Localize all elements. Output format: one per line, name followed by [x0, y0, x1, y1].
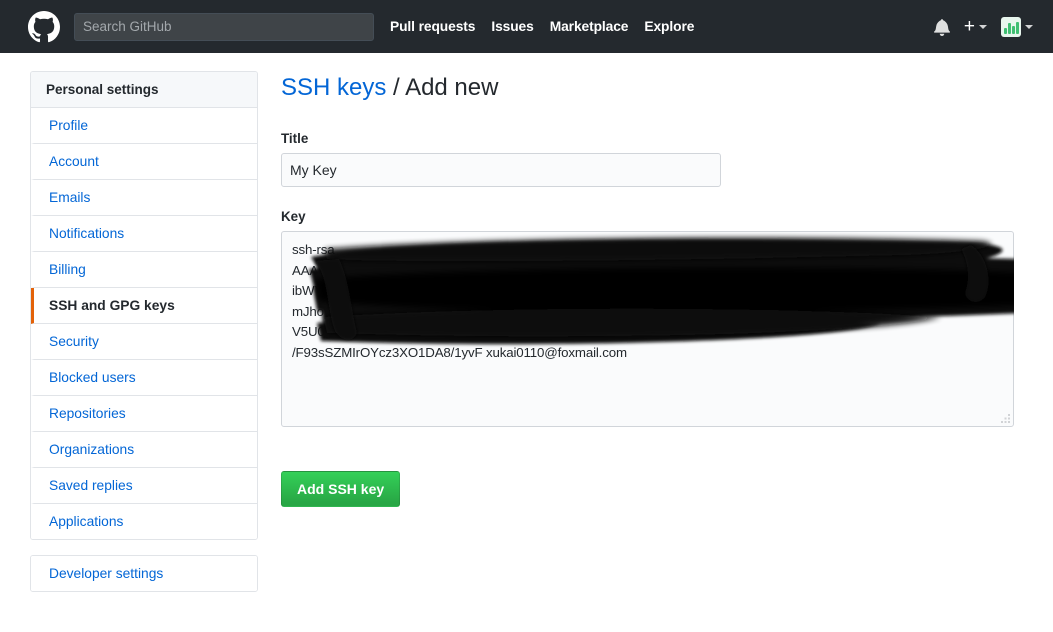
bell-icon[interactable]: [934, 18, 950, 36]
github-octocat-icon[interactable]: [28, 10, 60, 43]
title-field-label: Title: [281, 131, 309, 146]
resize-grip-icon[interactable]: [1001, 414, 1011, 424]
nav-item-pull-requests[interactable]: Pull requests: [390, 19, 475, 34]
breadcrumb-current: Add new: [405, 74, 499, 101]
sidebar-item-repositories[interactable]: Repositories: [31, 396, 257, 432]
header-actions: +: [934, 0, 1033, 53]
plus-icon: +: [963, 16, 975, 37]
sidebar-item-saved-replies[interactable]: Saved replies: [31, 468, 257, 504]
sidebar-item-applications[interactable]: Applications: [31, 504, 257, 539]
page-body: Personal settings Profile Account Emails…: [0, 53, 1053, 592]
breadcrumb-link-ssh-keys[interactable]: SSH keys: [281, 74, 386, 101]
sidebar-heading: Personal settings: [31, 72, 257, 108]
nav-item-marketplace[interactable]: Marketplace: [550, 19, 629, 34]
page-title: SSH keys / Add new: [281, 73, 1021, 103]
sidebar-item-organizations[interactable]: Organizations: [31, 432, 257, 468]
key-field-label: Key: [281, 209, 306, 224]
sidebar-item-notifications[interactable]: Notifications: [31, 216, 257, 252]
title-input[interactable]: [281, 153, 721, 187]
title-field-group: Title: [281, 131, 1021, 187]
key-textarea-wrapper: ssh-rsa AAAAB3NzaC1yc2EAAAADA ysGMusnw4G…: [281, 231, 1014, 427]
nav-item-explore[interactable]: Explore: [644, 19, 694, 34]
sidebar-item-profile[interactable]: Profile: [31, 108, 257, 144]
main-content: SSH keys / Add new Title Key ssh-rsa AAA…: [281, 71, 1021, 592]
search-input[interactable]: Search GitHub: [74, 12, 374, 41]
sidebar-item-billing[interactable]: Billing: [31, 252, 257, 288]
chevron-down-icon: [979, 24, 987, 29]
personal-settings-menu: Personal settings Profile Account Emails…: [30, 71, 258, 540]
sidebar-item-ssh-and-gpg-keys[interactable]: SSH and GPG keys: [31, 288, 257, 324]
primary-nav: Pull requests Issues Marketplace Explore: [390, 19, 694, 34]
avatar: [1001, 16, 1021, 37]
developer-settings-menu: Developer settings: [30, 555, 258, 592]
profile-menu[interactable]: [1001, 16, 1033, 37]
breadcrumb-separator: /: [386, 74, 406, 101]
sidebar-item-emails[interactable]: Emails: [31, 180, 257, 216]
nav-item-issues[interactable]: Issues: [491, 19, 533, 34]
search-placeholder-text: Search GitHub: [83, 19, 172, 34]
sidebar-item-blocked-users[interactable]: Blocked users: [31, 360, 257, 396]
key-field-group: Key ssh-rsa AAAAB3NzaC1yc2EAAAADA ysGMus…: [281, 209, 1021, 427]
chevron-down-icon: [1025, 24, 1033, 29]
sidebar-item-account[interactable]: Account: [31, 144, 257, 180]
sidebar-item-developer-settings[interactable]: Developer settings: [31, 556, 257, 591]
global-header: Search GitHub Pull requests Issues Marke…: [0, 0, 1053, 53]
settings-sidebar: Personal settings Profile Account Emails…: [30, 71, 258, 592]
key-textarea[interactable]: ssh-rsa AAAAB3NzaC1yc2EAAAADA ysGMusnw4G…: [281, 231, 1014, 427]
sidebar-item-security[interactable]: Security: [31, 324, 257, 360]
create-new-menu[interactable]: +: [964, 17, 987, 36]
key-text-content: ssh-rsa AAAAB3NzaC1yc2EAAAADA ysGMusnw4G…: [292, 242, 795, 360]
add-ssh-key-button[interactable]: Add SSH key: [281, 471, 401, 507]
